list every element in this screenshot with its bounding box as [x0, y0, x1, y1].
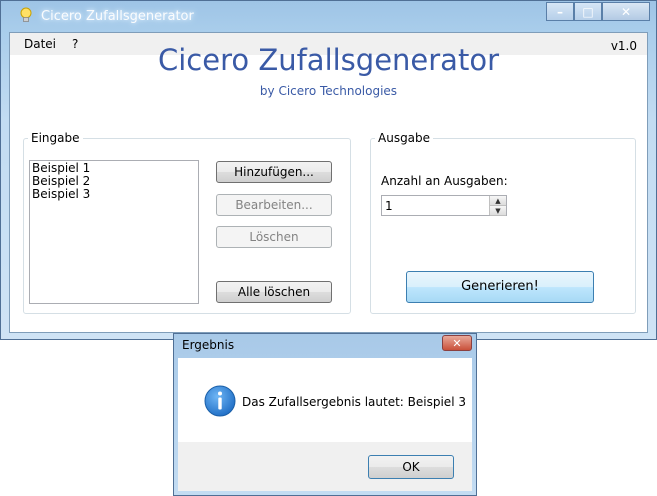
add-button[interactable]: Hinzufügen...	[216, 161, 332, 183]
close-button[interactable]: ✕	[602, 2, 650, 21]
ausgabe-group-label: Ausgabe	[375, 131, 434, 145]
delete-all-button[interactable]: Alle löschen	[216, 281, 332, 303]
title-bar[interactable]: Cicero Zufallsgenerator – □ ✕	[1, 1, 656, 31]
dialog-close-button[interactable]: ✕	[442, 335, 472, 351]
app-subheading: by Cicero Technologies	[259, 84, 398, 98]
result-dialog: Ergebnis ✕ Das Zufallsergebnis lautet: B…	[173, 333, 477, 496]
spin-down-icon[interactable]: ▼	[490, 206, 506, 216]
ok-button[interactable]: OK	[368, 455, 454, 479]
delete-button[interactable]: Löschen	[216, 226, 332, 248]
ausgabe-group: Ausgabe Anzahl an Ausgaben: 1 ▲ ▼ Generi…	[370, 131, 636, 314]
info-icon	[204, 385, 236, 417]
app-heading: Cicero Zufallsgenerator	[158, 43, 499, 77]
list-item[interactable]: Beispiel 3	[32, 188, 196, 201]
generate-button[interactable]: Generieren!	[406, 271, 594, 303]
eingabe-group-label: Eingabe	[28, 131, 83, 145]
count-stepper[interactable]: 1 ▲ ▼	[381, 195, 507, 216]
dialog-body: Das Zufallsergebnis lautet: Beispiel 3	[178, 358, 472, 442]
count-value: 1	[385, 199, 393, 213]
main-window: Cicero Zufallsgenerator – □ ✕ Datei ? v1…	[0, 0, 657, 340]
count-label: Anzahl an Ausgaben:	[381, 174, 508, 188]
maximize-button[interactable]: □	[574, 2, 602, 21]
lightbulb-icon	[20, 7, 32, 22]
dialog-message: Das Zufallsergebnis lautet: Beispiel 3	[242, 395, 466, 409]
dialog-footer: OK	[178, 442, 472, 491]
edit-button[interactable]: Bearbeiten...	[216, 194, 332, 216]
minimize-button[interactable]: –	[546, 2, 574, 21]
client-area: Datei ? v1.0 Cicero Zufallsgenerator by …	[9, 32, 648, 333]
spin-up-icon[interactable]: ▲	[490, 196, 506, 206]
eingabe-group: Eingabe Beispiel 1 Beispiel 2 Beispiel 3…	[23, 131, 351, 314]
dialog-title: Ergebnis	[182, 338, 235, 352]
entries-listbox[interactable]: Beispiel 1 Beispiel 2 Beispiel 3	[29, 160, 199, 304]
spin-buttons: ▲ ▼	[489, 196, 506, 216]
window-title: Cicero Zufallsgenerator	[41, 9, 194, 24]
